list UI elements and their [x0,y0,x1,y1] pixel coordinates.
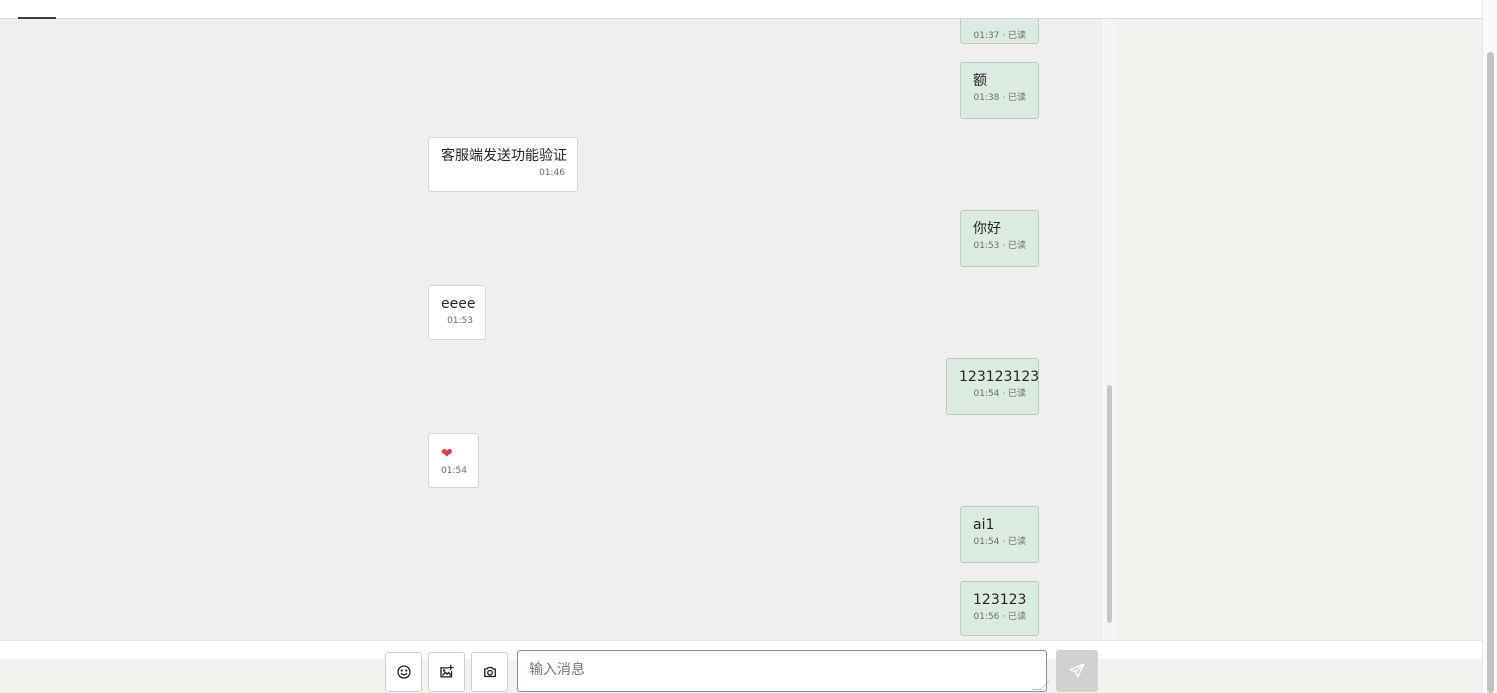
message-text: ai1 [973,517,995,533]
message-text: 额 [973,73,987,89]
message-bubble: 客服端发送功能验证 01:46 [428,137,578,192]
page-scrollbar-thumb[interactable] [1487,52,1494,693]
message-time: 01:53 · 已读 [973,241,1026,251]
camera-button[interactable] [471,652,508,692]
message-time: 01:37 · 已读 [973,31,1026,41]
message-bubble: ai1 01:54 · 已读 [960,506,1039,563]
smile-icon [397,665,411,679]
message-list-scrollbar-thumb[interactable] [1107,385,1112,623]
send-button[interactable] [1056,650,1098,692]
message-text: 123123 [973,592,1027,608]
send-icon [1069,663,1085,678]
side-panel [1116,19,1482,640]
message-list-scrollbar[interactable] [1102,19,1116,640]
message-time: 01:54 · 已读 [973,537,1026,547]
message-text: eeee [441,296,476,312]
message-bubble: 额 01:38 · 已读 [960,62,1039,119]
message-text: 123123123 [959,369,1040,385]
emoji-button[interactable] [385,652,422,692]
message-time: 01:54 · 已读 [973,389,1026,399]
top-bar [0,0,1482,19]
message-time: 01:46 [539,168,565,178]
message-input[interactable] [517,650,1047,692]
camera-icon [484,666,496,678]
message-list[interactable]: 01:37 · 已读 额 01:38 · 已读 客服端发送功能验证 01:46 … [0,19,1116,640]
message-bubble: 123123123 01:54 · 已读 [946,358,1039,415]
heart-emoji: ❤ [441,446,453,462]
chat-page: 01:37 · 已读 额 01:38 · 已读 客服端发送功能验证 01:46 … [0,0,1497,693]
message-time: 01:53 [447,316,473,326]
message-bubble: eeee 01:53 [428,285,486,340]
image-upload-button[interactable] [428,652,465,692]
image-upload-icon [440,664,454,678]
message-bubble: 你好 01:53 · 已读 [960,210,1039,267]
message-time: 01:54 [441,466,467,476]
message-time: 01:38 · 已读 [973,93,1026,103]
message-bubble: 01:37 · 已读 [960,19,1039,44]
message-bubble: 123123 01:56 · 已读 [960,581,1039,636]
message-text: 客服端发送功能验证 [441,148,567,164]
message-text: 你好 [973,221,1001,237]
message-bubble: ❤ 01:54 [428,433,479,488]
page-scrollbar[interactable] [1482,0,1497,693]
message-time: 01:56 · 已读 [973,612,1026,622]
